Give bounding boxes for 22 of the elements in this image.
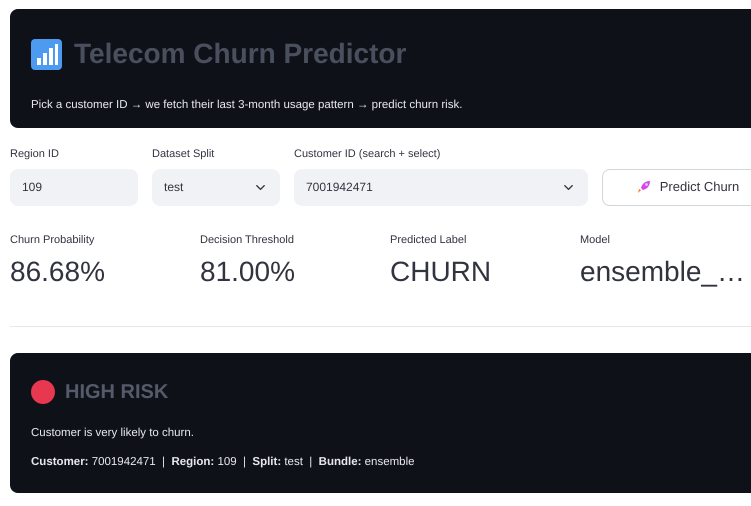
- metric-label: Decision Threshold: [200, 232, 295, 248]
- metric-value: 86.68%: [10, 255, 106, 289]
- field-label: Region ID: [10, 147, 60, 162]
- field-label: Customer ID (search + select): [294, 147, 442, 162]
- metric-value: CHURN: [390, 255, 492, 289]
- rocket-icon: [636, 179, 652, 195]
- select-field[interactable]: test: [152, 168, 280, 206]
- select-field[interactable]: 7001942471: [294, 168, 588, 206]
- metric-value: ensemble_…: [580, 255, 746, 289]
- risk-message: Customer is very likely to churn.: [31, 426, 195, 441]
- predict-button[interactable]: Predict Churn: [602, 168, 751, 206]
- details-line: Customer: 7001942471 | Region: 109 | Split: test | Bundle: ensemble: [31, 455, 416, 470]
- app-title: Telecom Churn Predictor: [74, 37, 406, 71]
- subtitle: Pick a customer ID → we fetch their last 3-month usage pattern → predict churn risk.: [31, 98, 464, 113]
- field-label: Dataset Split: [152, 147, 216, 162]
- bar-chart-icon: [31, 38, 62, 70]
- metric-value: 81.00%: [200, 255, 296, 289]
- metric-label: Predicted Label: [390, 232, 468, 248]
- risk-title: HIGH RISK: [65, 380, 168, 405]
- region-field[interactable]: 109: [10, 168, 138, 206]
- metric-label: Model: [580, 232, 611, 248]
- metric-label: Churn Probability: [10, 232, 96, 248]
